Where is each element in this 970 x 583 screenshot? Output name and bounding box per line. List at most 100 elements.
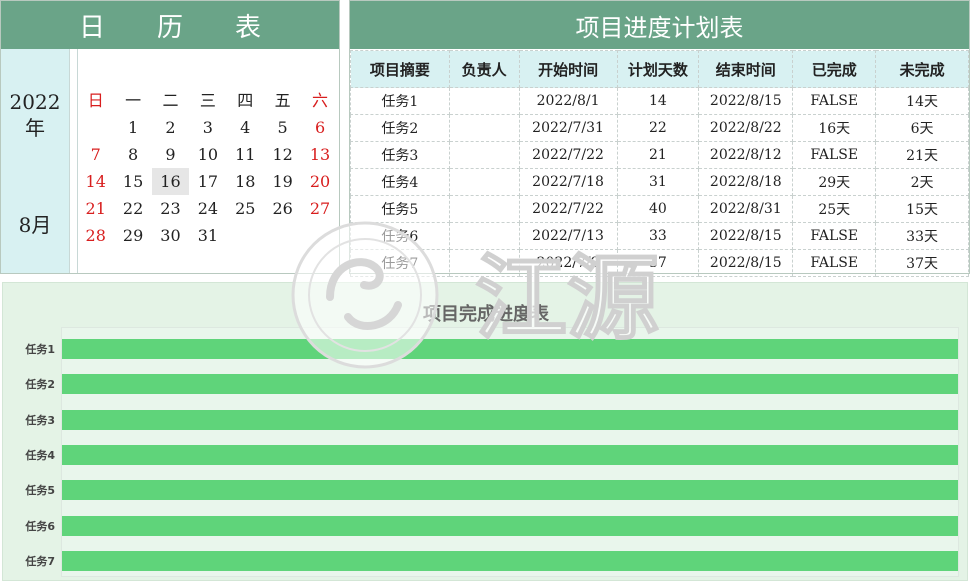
- table-row[interactable]: 任务1 2022/8/1 14 2022/8/15 FALSE 14天: [350, 87, 969, 115]
- table-cell[interactable]: 14天: [875, 87, 969, 115]
- table-cell[interactable]: [448, 141, 520, 169]
- calendar-day[interactable]: 21: [77, 195, 114, 222]
- table-cell[interactable]: 2022/8/12: [698, 141, 794, 169]
- table-cell[interactable]: 15天: [875, 195, 969, 223]
- table-cell[interactable]: [448, 114, 520, 142]
- calendar-day[interactable]: 11: [227, 141, 264, 168]
- column-header: 计划天数: [616, 50, 700, 88]
- table-cell[interactable]: 14: [616, 87, 700, 115]
- calendar-day[interactable]: 1: [114, 114, 151, 141]
- calendar-day[interactable]: 16: [151, 168, 190, 195]
- table-cell[interactable]: 33天: [875, 222, 969, 250]
- calendar-day[interactable]: 29: [114, 222, 151, 249]
- calendar-day[interactable]: 2: [152, 114, 189, 141]
- table-cell[interactable]: [448, 222, 520, 250]
- calendar-day[interactable]: 9: [152, 141, 189, 168]
- calendar-day[interactable]: 31: [189, 222, 226, 249]
- progress-bar: [62, 445, 958, 465]
- calendar-day[interactable]: 13: [301, 141, 338, 168]
- table-cell[interactable]: 任务5: [350, 195, 450, 223]
- calendar-day[interactable]: 4: [227, 114, 264, 141]
- table-row[interactable]: 任务6 2022/7/13 33 2022/8/15 FALSE 33天: [350, 222, 969, 250]
- calendar-day[interactable]: 18: [227, 168, 264, 195]
- weekday-label: 二: [162, 91, 179, 110]
- calendar-day[interactable]: 15: [114, 168, 151, 195]
- calendar-day[interactable]: 17: [189, 168, 226, 195]
- table-cell[interactable]: 2022/7/13: [518, 222, 618, 250]
- table-cell[interactable]: [448, 168, 520, 196]
- table-cell[interactable]: 40: [616, 195, 700, 223]
- calendar-day[interactable]: 8: [114, 141, 151, 168]
- table-cell[interactable]: 2天: [875, 168, 969, 196]
- calendar-day[interactable]: 10: [189, 141, 226, 168]
- table-row[interactable]: 任务4 2022/7/18 31 2022/8/18 29天 2天: [350, 168, 969, 196]
- table-cell[interactable]: 任务1: [350, 87, 450, 115]
- table-cell[interactable]: [448, 195, 520, 223]
- calendar-day[interactable]: 26: [264, 195, 301, 222]
- table-cell[interactable]: 6天: [875, 114, 969, 142]
- table-cell[interactable]: 2022/7/22: [518, 141, 618, 169]
- table-cell[interactable]: FALSE: [792, 141, 877, 169]
- progress-bar: [62, 374, 958, 395]
- table-cell[interactable]: [448, 249, 520, 277]
- table-cell[interactable]: 21: [616, 141, 700, 169]
- table-cell[interactable]: 37: [616, 249, 700, 277]
- table-cell[interactable]: 33: [616, 222, 700, 250]
- table-cell[interactable]: 25天: [792, 195, 877, 223]
- table-cell[interactable]: FALSE: [792, 249, 877, 277]
- calendar-day[interactable]: 20: [301, 168, 338, 195]
- calendar-day[interactable]: 24: [189, 195, 226, 222]
- table-cell[interactable]: 2022/7/9: [518, 249, 618, 277]
- table-row[interactable]: 任务3 2022/7/22 21 2022/8/12 FALSE 21天: [350, 141, 969, 169]
- table-cell[interactable]: 21天: [875, 141, 969, 169]
- column-header: 已完成: [792, 50, 877, 88]
- calendar-day[interactable]: 28: [77, 222, 114, 249]
- calendar-panel: 日 历 表 2022 年 8月 日一二三四五六 1 2 3 4 5 6 7 8 9 10 11 12 13…: [0, 0, 340, 274]
- table-cell[interactable]: 22: [616, 114, 700, 142]
- table-cell[interactable]: 2022/8/31: [698, 195, 794, 223]
- table-row[interactable]: 任务2 2022/7/31 22 2022/8/22 16天 6天: [350, 114, 969, 142]
- table-cell[interactable]: 任务6: [350, 222, 450, 250]
- table-cell[interactable]: FALSE: [792, 87, 877, 115]
- calendar-day[interactable]: 27: [301, 195, 338, 222]
- calendar-week-row: 21 22 23 24 25 26 27: [77, 195, 339, 222]
- table-cell[interactable]: 任务7: [350, 249, 450, 277]
- table-cell[interactable]: 2022/8/1: [518, 87, 618, 115]
- table-cell[interactable]: 任务4: [350, 168, 450, 196]
- table-cell[interactable]: 2022/8/15: [698, 222, 794, 250]
- table-cell[interactable]: 16天: [792, 114, 877, 142]
- table-cell[interactable]: 2022/8/22: [698, 114, 794, 142]
- table-cell[interactable]: 2022/7/31: [518, 114, 618, 142]
- calendar-day[interactable]: 23: [152, 195, 189, 222]
- progress-chart-panel: 项目完成进度表 任务1 任务2 任务3 任务4 任务5 任务6 任务7: [2, 282, 968, 581]
- calendar-day[interactable]: 22: [114, 195, 151, 222]
- calendar-day[interactable]: 5: [264, 114, 301, 141]
- weekday-label: 六: [312, 91, 329, 110]
- table-cell[interactable]: [448, 87, 520, 115]
- table-row[interactable]: 任务5 2022/7/22 40 2022/8/31 25天 15天: [350, 195, 969, 223]
- calendar-day[interactable]: 7: [77, 141, 114, 168]
- calendar-day[interactable]: 3: [189, 114, 226, 141]
- schedule-title: 项目进度计划表: [350, 1, 969, 49]
- table-cell[interactable]: 任务2: [350, 114, 450, 142]
- table-cell[interactable]: 2022/7/18: [518, 168, 618, 196]
- table-row[interactable]: 任务7 2022/7/9 37 2022/8/15 FALSE 37天: [350, 249, 969, 277]
- calendar-week-row: 14 15 16 17 18 19 20: [77, 168, 339, 195]
- table-cell[interactable]: 2022/8/15: [698, 249, 794, 277]
- table-cell[interactable]: 任务3: [350, 141, 450, 169]
- calendar-day[interactable]: 12: [264, 141, 301, 168]
- schedule-table: 项目摘要 负责人 开始时间 计划天数 结束时间 已完成 未完成 任务1 2022/8/1 14 2…: [350, 50, 969, 277]
- table-cell[interactable]: FALSE: [792, 222, 877, 250]
- calendar-day[interactable]: 14: [77, 168, 114, 195]
- table-cell[interactable]: 2022/8/18: [698, 168, 794, 196]
- calendar-day[interactable]: 19: [264, 168, 301, 195]
- calendar-day[interactable]: 30: [152, 222, 189, 249]
- table-cell[interactable]: 37天: [875, 249, 969, 277]
- calendar-day[interactable]: 25: [227, 195, 264, 222]
- table-cell[interactable]: 2022/7/22: [518, 195, 618, 223]
- table-cell[interactable]: 2022/8/15: [698, 87, 794, 115]
- progress-bar: [62, 480, 958, 501]
- table-cell[interactable]: 31: [616, 168, 700, 196]
- table-cell[interactable]: 29天: [792, 168, 877, 196]
- calendar-day[interactable]: 6: [301, 114, 338, 141]
